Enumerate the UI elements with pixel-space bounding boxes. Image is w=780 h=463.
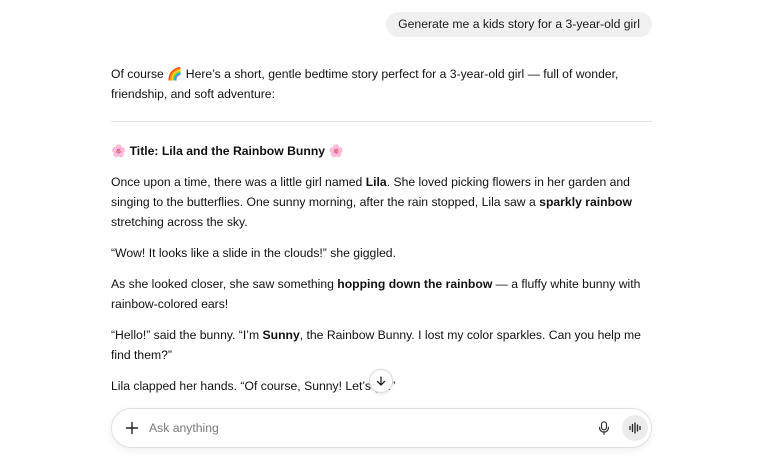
arrow-down-icon [376,376,386,386]
flower-emoji-right: 🌸 [328,144,344,158]
story-paragraph-2: “Wow! It looks like a slide in the cloud… [111,246,396,260]
story-paragraph-1: Once upon a time, there was a little gir… [111,175,632,229]
section-divider [111,121,652,122]
flower-emoji-left: 🌸 [111,144,127,158]
story-paragraph-4: “Hello!” said the bunny. “I’m Sunny, the… [111,328,641,362]
response-intro: Of course 🌈 Here’s a short, gentle bedti… [111,67,619,101]
user-message-bubble: Generate me a kids story for a 3-year-ol… [386,12,652,37]
story-title: 🌸 Title: Lila and the Rainbow Bunny 🌸 [111,141,652,161]
voice-mode-icon [629,422,641,434]
scroll-to-bottom-button[interactable] [369,369,393,393]
chat-input[interactable]: Ask anything [149,420,219,436]
voice-mode-button[interactable] [622,415,648,441]
chat-composer[interactable]: Ask anything [111,408,652,448]
assistant-response: Of course 🌈 Here’s a short, gentle bedti… [111,64,652,407]
story-paragraph-3: As she looked closer, she saw something … [111,277,641,311]
microphone-icon[interactable] [596,420,612,436]
plus-icon[interactable] [124,420,140,436]
story-title-text: Title: Lila and the Rainbow Bunny [129,144,326,158]
